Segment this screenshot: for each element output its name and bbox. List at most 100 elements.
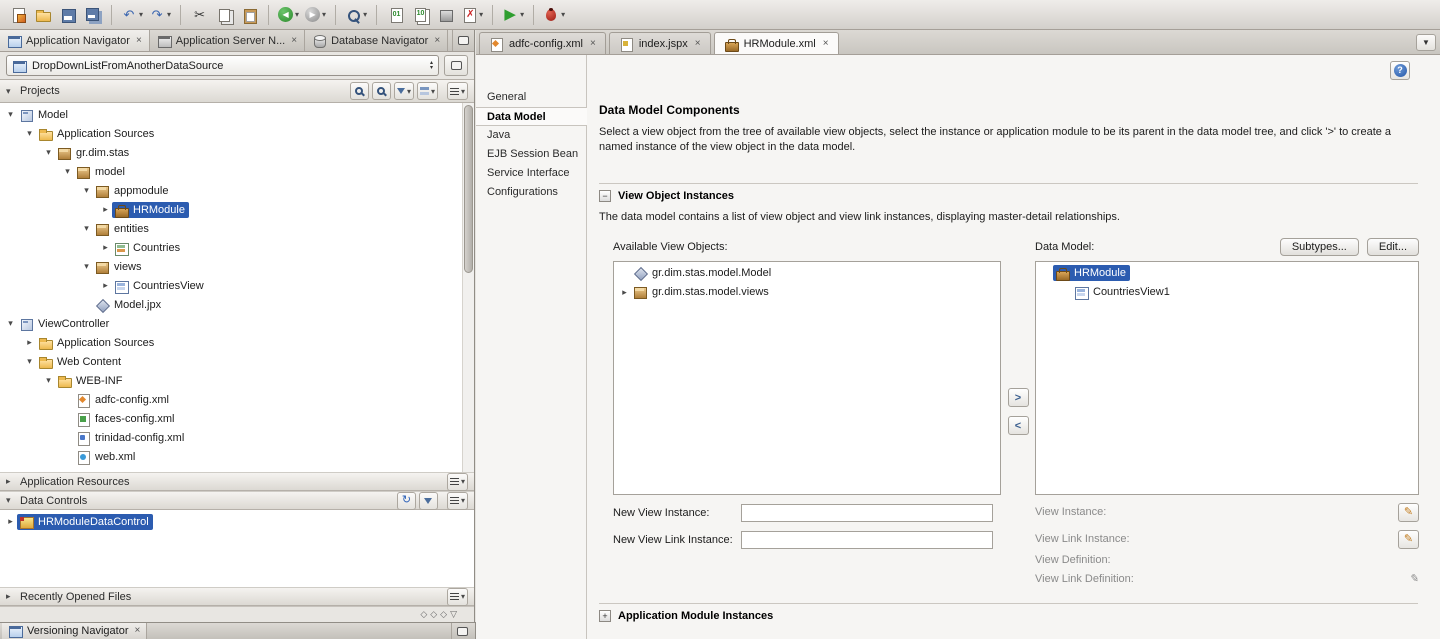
editor-nav-item[interactable]: Java [476,126,586,145]
navigator-options-button[interactable]: ▾ [416,82,438,100]
tree-item[interactable]: ▾ WEB-INF [0,371,460,390]
tree-item[interactable]: ▸ CountriesView [0,276,460,295]
copy-button[interactable] [212,3,237,27]
expand-closed-icon[interactable]: ▸ [99,204,112,215]
save-all-button[interactable] [80,3,105,27]
tree-item[interactable]: ▸ HRModuleDataControl [0,512,474,531]
search-user-button[interactable]: ▾ [342,3,370,27]
save-button[interactable] [55,3,80,27]
data-model-list[interactable]: HRModule CountriesView1 [1035,260,1419,495]
back-button[interactable]: ◀ ▾ [275,3,302,27]
dropdown-caret-icon[interactable]: ▾ [167,10,171,19]
editor-nav-item[interactable]: Configurations [476,183,586,202]
forward-button[interactable]: ▶ ▾ [302,3,329,27]
run-button[interactable]: ▶ ▾ [499,3,527,27]
tree-item[interactable]: HRModule [1036,264,1418,283]
editor-nav-item[interactable]: General [476,88,586,107]
dropdown-stepper-icon[interactable]: ▴ ▾ [430,60,433,71]
editor-nav-item[interactable]: EJB Session Bean [476,145,586,164]
subtypes-button[interactable]: Subtypes... [1279,238,1359,257]
tree-item[interactable]: ▾ gr.dim.stas [0,143,460,162]
expand-closed-icon[interactable]: ▸ [4,516,17,527]
tree-item[interactable]: ▾ model [0,162,460,181]
scrollbar-thumb[interactable] [464,105,473,273]
tree-item[interactable]: ▸ Application Sources [0,333,460,352]
collapse-projects-icon[interactable]: ▾ [6,86,15,97]
open-file-button[interactable] [30,3,55,27]
expand-closed-icon[interactable]: ▸ [23,337,36,348]
expand-open-icon[interactable]: ▾ [23,356,36,367]
application-dropdown[interactable]: DropDownListFromAnotherDataSource ▴ ▾ [6,55,439,76]
tree-item[interactable]: ▾ Model [0,105,460,124]
tree-item[interactable]: ▸ gr.dim.stas.model.views [614,283,1000,302]
rebuild-button[interactable] [408,3,433,27]
expand-open-icon[interactable]: ▾ [4,109,17,120]
expand-closed-icon[interactable]: ▸ [99,280,112,291]
expand-open-icon[interactable]: ▾ [23,128,36,139]
tree-item[interactable]: ▾ entities [0,219,460,238]
tree-item[interactable]: web.xml [0,447,460,466]
edit-view-link-instance-button[interactable]: ✎ [1398,529,1419,549]
collapse-section-icon[interactable]: − [599,189,611,202]
new-view-instance-input[interactable] [741,503,993,522]
expand-open-icon[interactable]: ▾ [42,375,55,386]
move-left-button[interactable]: < [1007,416,1029,436]
refresh-data-controls-button[interactable]: ↻ [396,491,416,510]
versioning-navigator-tab[interactable]: Versioning Navigator × [2,623,148,639]
application-resources-menu-button[interactable]: ▾ [446,472,468,491]
data-controls-header[interactable]: ▾ Data Controls ↻ ▾ [0,491,474,510]
available-view-objects-list[interactable]: gr.dim.stas.model.Model ▸ gr.dim.stas.mode… [613,260,1001,495]
new-view-link-instance-input[interactable] [741,530,993,549]
projects-header[interactable]: ▾ Projects ▾ ▾ ▾ [0,80,474,103]
expand-open-icon[interactable]: ▾ [80,223,93,234]
debug-button[interactable]: ▾ [540,3,568,27]
minimize-panel-button[interactable] [451,623,473,639]
editor-tab-adfc-file[interactable]: adfc-config.xml × [479,32,606,54]
dropdown-caret-icon[interactable]: ▾ [520,10,524,19]
edit-button[interactable]: Edit... [1366,238,1419,257]
dropdown-caret-icon[interactable]: ▾ [363,10,367,19]
dropdown-caret-icon[interactable]: ▾ [295,10,299,19]
expand-closed-icon[interactable]: ▸ [618,287,631,298]
projects-menu-button[interactable]: ▾ [446,82,468,100]
redo-button[interactable]: ↷ ▾ [146,3,174,27]
close-icon[interactable]: × [823,38,829,49]
expand-open-icon[interactable]: ▾ [4,318,17,329]
audit-button[interactable]: ▾ [458,3,486,27]
dropdown-caret-icon[interactable]: ▾ [479,10,483,19]
navigator-display-button[interactable] [444,55,468,76]
navigator-tab-app-navigator[interactable]: Application Navigator × [0,30,150,51]
dropdown-caret-icon[interactable]: ▾ [322,10,326,19]
tree-item[interactable]: gr.dim.stas.model.Model [614,264,1000,283]
edit-view-instance-button[interactable]: ✎ [1398,502,1419,522]
expand-open-icon[interactable]: ▾ [61,166,74,177]
resize-handle-icon[interactable]: ◇◇◇▽ [420,609,460,620]
expand-open-icon[interactable]: ▾ [80,261,93,272]
expand-section-icon[interactable]: ▸ [6,476,15,487]
expand-open-icon[interactable]: ▾ [42,147,55,158]
close-icon[interactable]: × [291,35,297,46]
expand-section-icon[interactable]: + [599,609,611,622]
collapse-section-icon[interactable]: ▾ [6,495,15,506]
tab-list-dropdown-button[interactable]: ▼ [1416,34,1436,51]
close-icon[interactable]: × [695,38,701,49]
filter-button[interactable]: ▾ [393,82,414,100]
tree-item[interactable]: ▾ ViewController [0,314,460,333]
expand-closed-icon[interactable]: ▸ [99,242,112,253]
tree-item[interactable]: trinidad-config.xml [0,428,460,447]
tree-item[interactable]: ▸ HRModule [0,200,460,219]
tree-item[interactable]: ▾ appmodule [0,181,460,200]
expand-open-icon[interactable]: ▾ [80,185,93,196]
recent-files-menu-button[interactable]: ▾ [446,587,468,606]
application-resources-header[interactable]: ▸ Application Resources ▾ [0,472,474,491]
make-button[interactable] [383,3,408,27]
new-file-button[interactable] [5,3,30,27]
tree-item[interactable]: faces-config.xml [0,409,460,428]
expand-section-icon[interactable]: ▸ [6,591,15,602]
tree-item[interactable]: ▾ views [0,257,460,276]
recently-opened-files-header[interactable]: ▸ Recently Opened Files ▾ [0,587,474,606]
navigator-tab-database[interactable]: Database Navigator × [305,30,449,51]
close-icon[interactable]: × [136,35,142,46]
dropdown-caret-icon[interactable]: ▾ [139,10,143,19]
scroll-to-selection-button[interactable] [371,82,391,100]
